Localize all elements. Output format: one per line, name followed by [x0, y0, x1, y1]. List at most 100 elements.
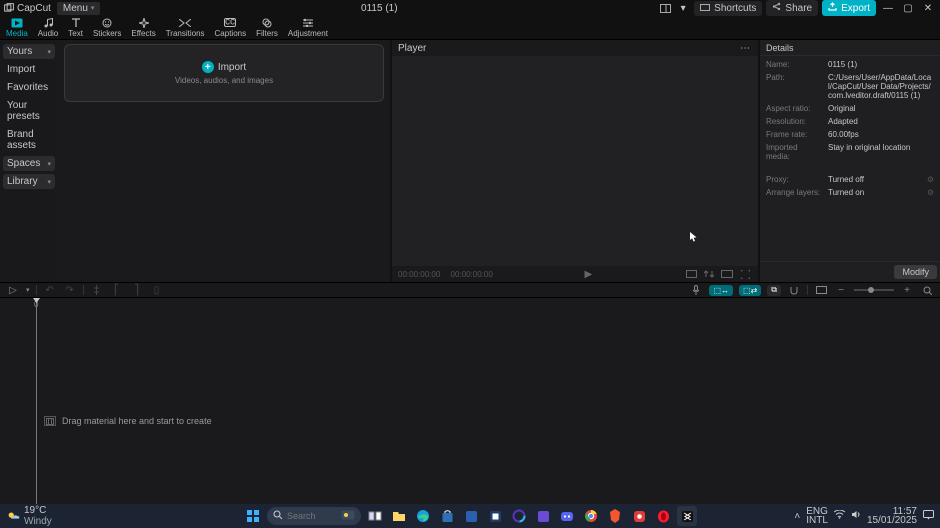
play-button[interactable]: ▶: [581, 268, 595, 280]
ribbon-filters[interactable]: Filters: [256, 18, 278, 38]
player-time-current: 00:00:00:00: [398, 270, 440, 279]
detail-row-imported: Imported media:Stay in original location: [766, 143, 934, 161]
zoom-fit-icon[interactable]: [920, 284, 934, 296]
redo-icon[interactable]: ↷: [63, 284, 77, 296]
taskbar-app-blue[interactable]: [461, 506, 481, 526]
ribbon-audio[interactable]: Audio: [38, 18, 58, 38]
text-icon: [69, 18, 83, 28]
magnet-track-toggle[interactable]: ⬚⇄: [739, 285, 761, 296]
snap-icon[interactable]: [787, 284, 801, 296]
menu-label: Menu: [63, 3, 88, 14]
tray-clock[interactable]: 11:57 15/01/2025: [867, 507, 917, 525]
layout-toggle-icon[interactable]: [658, 1, 672, 15]
compare-icon[interactable]: [702, 268, 716, 280]
volume-icon[interactable]: [851, 510, 861, 522]
sidebar-item-spaces[interactable]: Spaces▾: [3, 156, 55, 171]
ribbon-adjustment-label: Adjustment: [288, 29, 328, 38]
ribbon-adjustment[interactable]: Adjustment: [288, 18, 328, 38]
taskbar-purple-app[interactable]: [533, 506, 553, 526]
settings-icon[interactable]: ⚙: [924, 175, 934, 184]
wifi-icon[interactable]: [834, 510, 845, 522]
separator: [807, 285, 808, 295]
start-button[interactable]: [243, 506, 263, 526]
taskbar-weather[interactable]: 19°C Windy: [6, 505, 52, 527]
notifications-icon[interactable]: [923, 510, 934, 523]
player-time-sep: [444, 270, 446, 279]
ribbon-media[interactable]: Media: [6, 18, 28, 38]
taskbar-opera[interactable]: [653, 506, 673, 526]
separator: [83, 285, 84, 295]
tray-lang[interactable]: ENG INTL: [806, 507, 828, 525]
taskbar-search[interactable]: [267, 507, 361, 525]
settings-icon[interactable]: ⚙: [924, 188, 934, 197]
aspect-ratio-icon[interactable]: [684, 268, 698, 280]
taskbar-rainbow-circle[interactable]: [509, 506, 529, 526]
details-footer: Modify: [760, 261, 940, 282]
taskbar-discord[interactable]: [557, 506, 577, 526]
ribbon-text[interactable]: Text: [68, 18, 83, 38]
sidebar-item-import[interactable]: Import: [3, 62, 55, 77]
playhead[interactable]: [36, 300, 37, 504]
sidebar-item-library[interactable]: Library▾: [3, 174, 55, 189]
taskbar-red-app[interactable]: [629, 506, 649, 526]
undo-icon[interactable]: ↶: [43, 284, 57, 296]
zoom-slider[interactable]: [854, 289, 894, 291]
shortcuts-button[interactable]: Shortcuts: [694, 1, 762, 16]
captions-icon: cc: [223, 18, 237, 28]
sidebar-item-presets[interactable]: Your presets: [3, 98, 55, 124]
menu-button[interactable]: Menu ▾: [57, 2, 101, 15]
export-button[interactable]: Export: [822, 0, 876, 16]
delete-right-icon[interactable]: ⎤: [130, 284, 144, 296]
detail-row-proxy: Proxy:Turned off⚙: [766, 175, 934, 184]
share-button[interactable]: Share: [766, 0, 818, 16]
chevron-down-icon[interactable]: ▾: [26, 286, 30, 294]
zoom-out-icon[interactable]: −: [834, 284, 848, 296]
tray-chevron-icon[interactable]: ˄: [794, 511, 800, 522]
taskbar-taskview[interactable]: [365, 506, 385, 526]
taskbar-edge[interactable]: [413, 506, 433, 526]
share-label: Share: [785, 3, 812, 14]
delete-icon[interactable]: ▯: [150, 284, 164, 296]
timeline-canvas[interactable]: 0 Drag material here and start to create: [0, 298, 940, 510]
fullscreen-icon[interactable]: [738, 268, 752, 280]
pointer-tool-icon[interactable]: ▷: [6, 284, 20, 296]
ribbon-effects[interactable]: Effects: [131, 18, 155, 38]
detail-key: Name:: [766, 60, 822, 69]
ribbon-captions[interactable]: cc Captions: [215, 18, 247, 38]
taskbar-app-navy[interactable]: [485, 506, 505, 526]
details-body: Name:0115 (1) Path:C:/Users/User/AppData…: [760, 56, 940, 261]
detail-key: Resolution:: [766, 117, 822, 126]
delete-left-icon[interactable]: ⎡: [110, 284, 124, 296]
close-button[interactable]: ✕: [920, 3, 936, 14]
taskbar-explorer[interactable]: [389, 506, 409, 526]
ribbon-stickers[interactable]: Stickers: [93, 18, 121, 38]
taskbar-search-input[interactable]: [287, 511, 337, 521]
minimize-button[interactable]: —: [880, 3, 896, 14]
preview-toggle-icon[interactable]: [814, 284, 828, 296]
dropdown-icon[interactable]: ▾: [676, 1, 690, 15]
import-dropzone[interactable]: + Import Videos, audios, and images: [64, 44, 384, 102]
ratio-box-icon[interactable]: [720, 268, 734, 280]
detail-key: Aspect ratio:: [766, 104, 822, 113]
detail-value: 0115 (1): [828, 60, 934, 69]
keyboard-icon: [700, 3, 710, 14]
taskbar-brave[interactable]: [605, 506, 625, 526]
ribbon-transitions[interactable]: Transitions: [166, 18, 205, 38]
ribbon-captions-label: Captions: [215, 29, 247, 38]
split-icon[interactable]: [90, 284, 104, 296]
player-stage[interactable]: [392, 56, 758, 266]
modify-button[interactable]: Modify: [894, 265, 937, 279]
mic-icon[interactable]: [689, 284, 703, 296]
maximize-button[interactable]: ▢: [900, 3, 916, 14]
sidebar-item-yours[interactable]: Yours▾: [3, 44, 55, 59]
taskbar-chrome[interactable]: [581, 506, 601, 526]
magnet-main-toggle[interactable]: ⬚↔: [709, 285, 733, 296]
player-menu-icon[interactable]: ⋯: [738, 41, 752, 55]
sidebar-item-favorites[interactable]: Favorites: [3, 80, 55, 95]
taskbar-capcut[interactable]: [677, 506, 697, 526]
taskbar-store[interactable]: [437, 506, 457, 526]
filters-icon: [260, 18, 274, 28]
zoom-in-icon[interactable]: +: [900, 284, 914, 296]
link-toggle[interactable]: ⧉: [767, 285, 781, 296]
sidebar-item-brand[interactable]: Brand assets: [3, 127, 55, 153]
